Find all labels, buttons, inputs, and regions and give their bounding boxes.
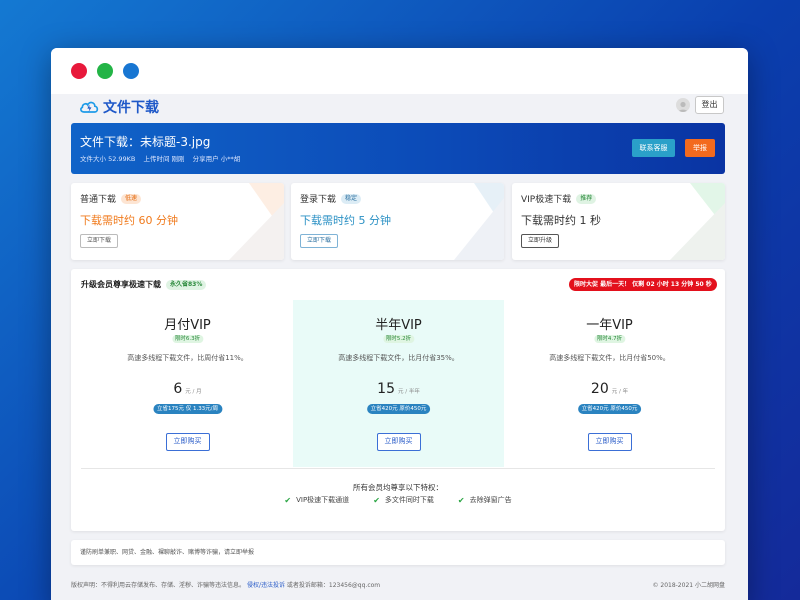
plan-name: 一年VIP [586,318,633,333]
price-value: 20 [590,381,609,397]
complaint-email: 或者投诉邮箱：123456@qq.com [286,582,381,589]
contact-service-button[interactable]: 联系客服 [632,139,675,157]
check-icon: ✔ [457,495,465,505]
recommend-badge: 推荐 [576,193,597,204]
privileges-list: ✔ VIP极速下载通道 ✔ 多文件同时下载 ✔ 去除弹窗广告 [71,495,725,505]
card-decoration [670,183,725,260]
price-value: 6 [173,381,183,397]
privileges-title: 所有会员均尊享以下特权： [353,483,443,492]
download-time: 下载需时约 5 分钟 [300,214,391,227]
card-decoration [229,183,284,260]
plan-savings-pill: 立省175元 仅 1.33元/周 [152,404,223,414]
sharer: 分享用户 小**胡 [192,155,241,163]
vip-section-title: 升级会员尊享极速下载 [81,280,161,289]
vip-upgrade-button[interactable]: 立即升级 [521,234,560,248]
site-header: 文件下载 登出 [51,94,748,120]
promo-countdown-badge: 限时大促 最后一天！ 仅剩 02 小时 13 分钟 50 秒 [569,278,717,291]
price-unit: 元 / 半年 [397,389,420,395]
normal-download-button[interactable]: 立即下载 [80,234,119,248]
window-titlebar [51,48,748,94]
file-size: 文件大小 52.99KB [80,155,136,163]
buy-halfyear-button[interactable]: 立即购买 [376,433,421,451]
minimize-window-control[interactable] [123,63,139,79]
plan-price: 6元 / 月 [82,378,293,397]
option-title: 普通下载 [80,195,117,205]
browser-window: 文件下载 登出 文件下载：未标题-3.jpg 文件大小 52.99KB 上传时间… [51,48,748,600]
price-unit: 元 / 月 [185,389,202,395]
plan-savings-pill: 立省420元 原价450元 [366,404,431,414]
close-window-control[interactable] [71,63,87,79]
upload-time: 上传时间 刚刚 [143,155,185,163]
option-title: VIP极速下载 [521,195,572,205]
divider [81,468,715,469]
copyright: © 2018-2021 小二胡网盘 [652,582,725,589]
file-meta: 文件大小 52.99KB 上传时间 刚刚 分享用户 小**胡 [80,153,246,163]
plan-discount-badge: 限时6.3折 [171,335,204,343]
site-logo[interactable]: 文件下载 [79,97,159,117]
plan-description: 高速多线程下载文件，比周付省11%。 [127,354,248,362]
privilege-label: VIP极速下载通道 [296,496,350,504]
user-icon [678,101,688,112]
price-value: 15 [377,381,395,397]
login-download-button[interactable]: 立即下载 [300,234,339,248]
download-time: 下载需时约 60 分钟 [80,214,178,227]
download-option-vip: VIP极速下载 推荐 下载需时约 1 秒 立即升级 [512,183,725,260]
fraud-warning-notice: 谨防刷单兼职、网贷、金融、裸聊敲诈、赌博等诈骗，请立即举报 [71,540,725,565]
buy-yearly-button[interactable]: 立即购买 [587,433,632,451]
check-icon: ✔ [373,495,380,505]
plan-description: 高速多线程下载文件，比月付省35%。 [338,354,459,362]
plan-savings-pill: 立省420元 原价450元 [577,404,642,414]
buy-monthly-button[interactable]: 立即购买 [165,433,210,451]
speed-badge: 低速 [121,193,142,204]
download-time: 下载需时约 1 秒 [521,214,601,227]
plan-card-monthly: 月付VIP 限时6.3折 高速多线程下载文件，比周付省11%。 6元 / 月 立… [82,300,293,467]
check-icon: ✔ [284,495,292,505]
download-option-login: 登录下载 稳定 下载需时约 5 分钟 立即下载 [291,183,504,260]
speed-badge: 稳定 [341,193,362,204]
card-decoration [454,183,504,260]
file-title: 文件下载：未标题-3.jpg [80,135,211,149]
plan-discount-badge: 限时4.7折 [593,335,626,343]
privilege-item: ✔ VIP极速下载通道 [284,495,349,505]
plan-price: 20 元 / 年 [504,378,715,397]
report-button[interactable]: 举报 [685,139,715,157]
user-avatar[interactable] [676,98,690,112]
privilege-label: 多文件同时下载 [384,496,434,504]
complaint-link[interactable]: 侵权/违法投诉 [247,582,285,589]
price-unit: 元 / 年 [611,389,629,395]
plan-name: 月付VIP [164,318,211,333]
savings-badge: 永久省83% [166,279,207,290]
logout-button[interactable]: 登出 [695,96,724,114]
plan-card-yearly: 一年VIP 限时4.7折 高速多线程下载文件，比月付省50%。 20 元 / 年 … [504,300,715,467]
plan-description: 高速多线程下载文件，比月付省50%。 [549,354,670,362]
privilege-item: ✔ 多文件同时下载 [373,495,434,505]
maximize-window-control[interactable] [97,63,113,79]
file-info-banner: 文件下载：未标题-3.jpg 文件大小 52.99KB 上传时间 刚刚 分享用户… [71,123,725,174]
plan-name: 半年VIP [375,318,422,333]
download-option-normal: 普通下载 低速 下载需时约 60 分钟 立即下载 [71,183,284,260]
cloud-download-icon [80,101,99,113]
site-title: 文件下载 [103,100,159,116]
plan-discount-badge: 限时5.2折 [382,335,415,343]
privilege-item: ✔ 去除弹窗广告 [458,495,512,505]
copyright-notice: 版权声明：不得利用云存储发布、存储、淫秽、诈骗等违法信息。 [71,582,246,589]
privilege-label: 去除弹窗广告 [469,496,512,504]
plan-card-halfyear: 半年VIP 限时5.2折 高速多线程下载文件，比月付省35%。 15 元 / 半年… [293,300,504,467]
vip-upgrade-panel: 升级会员尊享极速下载 永久省83% 限时大促 最后一天！ 仅剩 02 小时 13… [71,269,725,531]
plan-price: 15 元 / 半年 [293,378,504,397]
option-title: 登录下载 [300,195,337,205]
